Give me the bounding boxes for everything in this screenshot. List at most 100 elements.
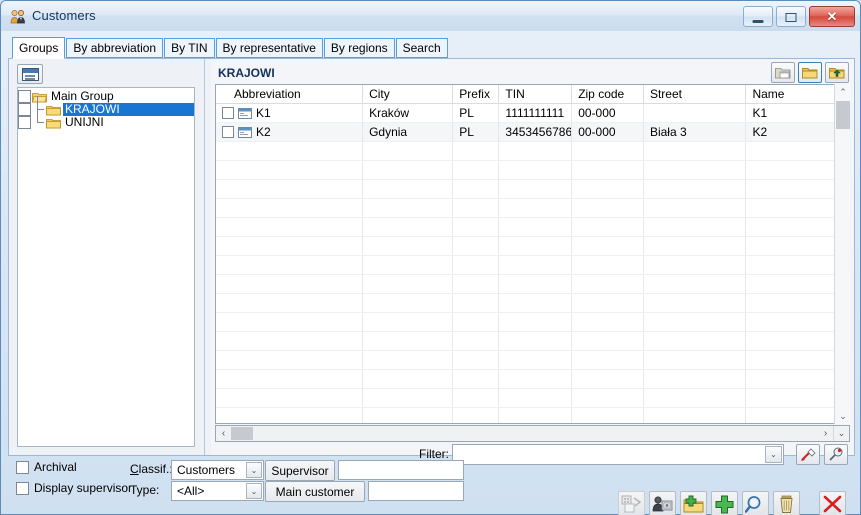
add-folder-button[interactable] [680, 491, 707, 515]
group-tree[interactable]: Main Group KRAJOWI UNIJNI [17, 87, 195, 447]
tab-search[interactable]: Search [395, 38, 448, 58]
chevron-down-icon[interactable]: ⌄ [246, 483, 262, 499]
customer-grid[interactable]: Abbreviation City Prefix TIN Zip code St… [215, 84, 850, 424]
current-folder-button[interactable] [798, 62, 822, 83]
minimize-button[interactable] [743, 6, 773, 27]
title-bar: Customers ✕ [1, 1, 860, 31]
tab-by-regions[interactable]: By regions [323, 38, 395, 58]
panel-toggle-button[interactable] [17, 64, 43, 84]
row-checkbox[interactable] [222, 126, 234, 138]
table-row-empty [216, 255, 849, 275]
tree-node-checkbox[interactable] [18, 116, 31, 129]
cell-tin: 1111111111 [498, 103, 573, 123]
close-window-button[interactable] [819, 491, 846, 515]
tree-node-label: UNIJNI [65, 115, 104, 129]
tab-by-abbreviation[interactable]: By abbreviation [66, 38, 164, 58]
customer-card-icon [238, 126, 252, 138]
main-customer-button[interactable]: Main customer [265, 481, 365, 502]
scroll-right-icon[interactable]: › [818, 426, 833, 441]
column-header-zip-code[interactable]: Zip code [571, 85, 644, 104]
close-button[interactable]: ✕ [809, 6, 855, 27]
tree-node-checkbox[interactable] [18, 103, 31, 116]
cell-prefix: PL [452, 103, 500, 123]
close-icon: ✕ [826, 8, 838, 24]
maximize-button[interactable] [776, 6, 806, 27]
display-supervisor-label: Display supervisor [34, 481, 133, 495]
scroll-corner-icon[interactable]: ⌄ [833, 426, 849, 441]
folder-icon [46, 104, 61, 116]
column-header-city[interactable]: City [362, 85, 454, 104]
classif-value: Customers [177, 463, 236, 477]
table-row-empty [216, 293, 849, 313]
open-folder-button[interactable] [771, 62, 795, 83]
column-header-street[interactable]: Street [643, 85, 747, 104]
tree-node-checkbox[interactable] [18, 90, 31, 103]
cell-prefix: PL [452, 122, 500, 142]
cell-zip-code: 00-000 [571, 122, 644, 142]
archival-checkbox-row[interactable]: Archival [16, 460, 77, 474]
window-buttons: ✕ [743, 6, 855, 27]
tab-groups[interactable]: Groups [12, 37, 66, 59]
supervisor-button[interactable]: Supervisor [265, 460, 335, 481]
grid-horizontal-scrollbar[interactable]: ‹ › ⌄ [215, 425, 850, 442]
column-header-prefix[interactable]: Prefix [452, 85, 500, 104]
window-title: Customers [32, 8, 96, 23]
archival-checkbox[interactable] [16, 460, 29, 474]
column-header-tin[interactable]: TIN [498, 85, 573, 104]
table-row-empty [216, 179, 849, 199]
customer-table: Abbreviation City Prefix TIN Zip code St… [216, 85, 849, 423]
minimize-icon [752, 20, 764, 23]
action-buttons [618, 491, 800, 515]
table-row-empty [216, 141, 849, 161]
chevron-down-icon[interactable]: ⌄ [246, 462, 262, 478]
folder-icon [799, 66, 821, 80]
table-row-empty [216, 312, 849, 332]
tab-by-representative[interactable]: By representative [215, 38, 323, 58]
search-icon [743, 495, 768, 514]
type-dropdown[interactable]: <All> ⌄ [171, 481, 264, 501]
add-folder-icon [681, 495, 706, 514]
vertical-scroll-thumb[interactable] [836, 101, 850, 129]
cell-tin: 3453456786 [498, 122, 573, 142]
table-row-empty [216, 198, 849, 218]
table-row[interactable]: K1 Kraków PL 1111111111 00-000 K1 [216, 103, 849, 123]
representative-button[interactable] [649, 491, 676, 515]
scroll-up-icon[interactable]: ⌃ [835, 84, 851, 100]
horizontal-scroll-thumb[interactable] [231, 427, 253, 440]
supervisor-field[interactable] [338, 460, 464, 480]
scroll-left-icon[interactable]: ‹ [216, 426, 231, 441]
add-icon [712, 495, 737, 514]
cell-city: Gdynia [362, 122, 454, 142]
add-button[interactable] [711, 491, 738, 515]
search-button[interactable] [742, 491, 769, 515]
classif-label-rest: lassif.: [138, 462, 173, 476]
classif-dropdown[interactable]: Customers ⌄ [171, 460, 264, 480]
display-supervisor-checkbox-row[interactable]: Display supervisor [16, 481, 132, 495]
app-root: Customers ✕ Groups By abbreviation By TI… [0, 0, 861, 515]
panel-toggle-icon [22, 68, 39, 81]
representative-icon [650, 495, 675, 514]
table-row-empty [216, 217, 849, 237]
scroll-down-icon[interactable]: ⌄ [835, 408, 851, 424]
display-supervisor-checkbox[interactable] [16, 481, 29, 495]
table-row[interactable]: K2 Gdynia PL 3453456786 00-000 Biała 3 K… [216, 122, 849, 142]
delete-icon [774, 495, 799, 514]
tree-node-unijni[interactable]: UNIJNI [18, 110, 194, 129]
report-button[interactable] [618, 491, 645, 515]
folder-toolbar [771, 62, 849, 83]
tab-by-tin[interactable]: By TIN [164, 38, 215, 58]
delete-button[interactable] [773, 491, 800, 515]
column-header-abbreviation[interactable]: Abbreviation [216, 85, 364, 104]
table-row-empty [216, 369, 849, 389]
main-customer-field[interactable] [368, 481, 464, 501]
customers-icon [10, 9, 26, 25]
row-checkbox[interactable] [222, 107, 234, 119]
folder-up-button[interactable] [825, 62, 849, 83]
close-window-icon [820, 495, 845, 514]
group-tree-panel: Main Group KRAJOWI UNIJNI [9, 59, 205, 455]
tree-node-krajowi[interactable]: KRAJOWI [18, 96, 194, 116]
grid-vertical-scrollbar[interactable]: ⌃ ⌄ [834, 84, 851, 424]
customer-card-icon [238, 107, 252, 119]
archival-label: Archival [34, 460, 77, 474]
classif-label: Classif.: [130, 462, 173, 476]
